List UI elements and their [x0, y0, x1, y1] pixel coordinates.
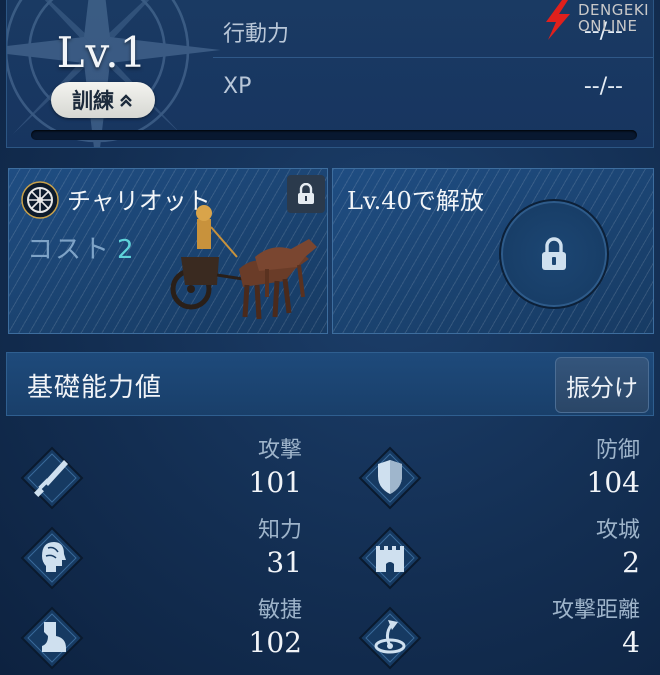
base-stats-header: 基礎能力値 振分け — [6, 352, 654, 416]
xp-row: XP --/-- — [213, 60, 653, 112]
chariot-illustration — [170, 205, 317, 320]
stat-attack-value: 101 — [248, 466, 302, 499]
lightning-bolt-icon — [546, 0, 570, 40]
stat-agility-name: 敏捷 — [257, 598, 302, 623]
stat-attack-range-name: 攻撃距離 — [551, 598, 640, 623]
stat-agility-value: 102 — [248, 626, 302, 659]
action-power-label: 行動力 — [223, 21, 290, 47]
stat-intelligence: 知力 31 — [6, 512, 316, 592]
cost-value: 2 — [117, 235, 136, 265]
xp-value: --/-- — [583, 73, 623, 99]
stat-defense: 防御 104 — [344, 432, 654, 512]
chevron-up-icon — [120, 94, 132, 107]
sword-icon — [20, 446, 84, 510]
logo-text: DENGEKI ONLINE — [578, 2, 649, 34]
stat-attack: 攻撃 101 — [6, 432, 316, 512]
dengeki-online-logo: DENGEKI ONLINE — [540, 0, 660, 42]
logo-line-2: ONLINE — [578, 17, 638, 35]
unit-card-chariot[interactable]: チャリオット コスト 2 — [8, 168, 328, 334]
stat-siege-name: 攻城 — [595, 518, 640, 543]
castle-icon — [358, 526, 422, 590]
chariot-wheel-icon — [21, 181, 59, 219]
stat-attack-range: 攻撃距離 4 — [344, 592, 654, 672]
stat-siege-value: 2 — [622, 546, 640, 579]
stat-defense-name: 防御 — [595, 438, 640, 463]
stat-agility: 敏捷 102 — [6, 592, 316, 672]
range-icon — [358, 606, 422, 670]
unit-detail-screen: Lv.1 訓練 行動力 --/-- XP --/-- DENGEKI ONLIN… — [0, 0, 660, 675]
unlock-requirement: Lv.40で解放 — [347, 187, 484, 215]
stat-intelligence-name: 知力 — [257, 518, 302, 543]
slot-lock-badge — [499, 199, 609, 309]
stat-intelligence-value: 31 — [266, 546, 302, 579]
stat-defense-value: 104 — [586, 466, 640, 499]
level-label: Lv.1 — [56, 28, 148, 77]
stat-attack-range-value: 4 — [622, 626, 640, 659]
stat-attack-name: 攻撃 — [257, 438, 302, 463]
assign-points-button[interactable]: 振分け — [555, 357, 649, 413]
base-stats-title: 基礎能力値 — [27, 373, 163, 403]
xp-progress-bar — [31, 130, 637, 140]
cost-label: コスト — [27, 235, 112, 265]
train-button-label: 訓練 — [72, 89, 114, 113]
locked-slot-card[interactable]: Lv.40で解放 — [332, 168, 654, 334]
xp-label: XP — [223, 73, 252, 99]
stat-siege: 攻城 2 — [344, 512, 654, 592]
logo-line-1: DENGEKI — [578, 1, 650, 19]
unit-cost: コスト 2 — [27, 229, 136, 266]
boot-icon — [20, 606, 84, 670]
lock-icon — [542, 237, 566, 270]
head-icon — [20, 526, 84, 590]
train-button[interactable]: 訓練 — [51, 82, 155, 118]
shield-icon — [358, 446, 422, 510]
